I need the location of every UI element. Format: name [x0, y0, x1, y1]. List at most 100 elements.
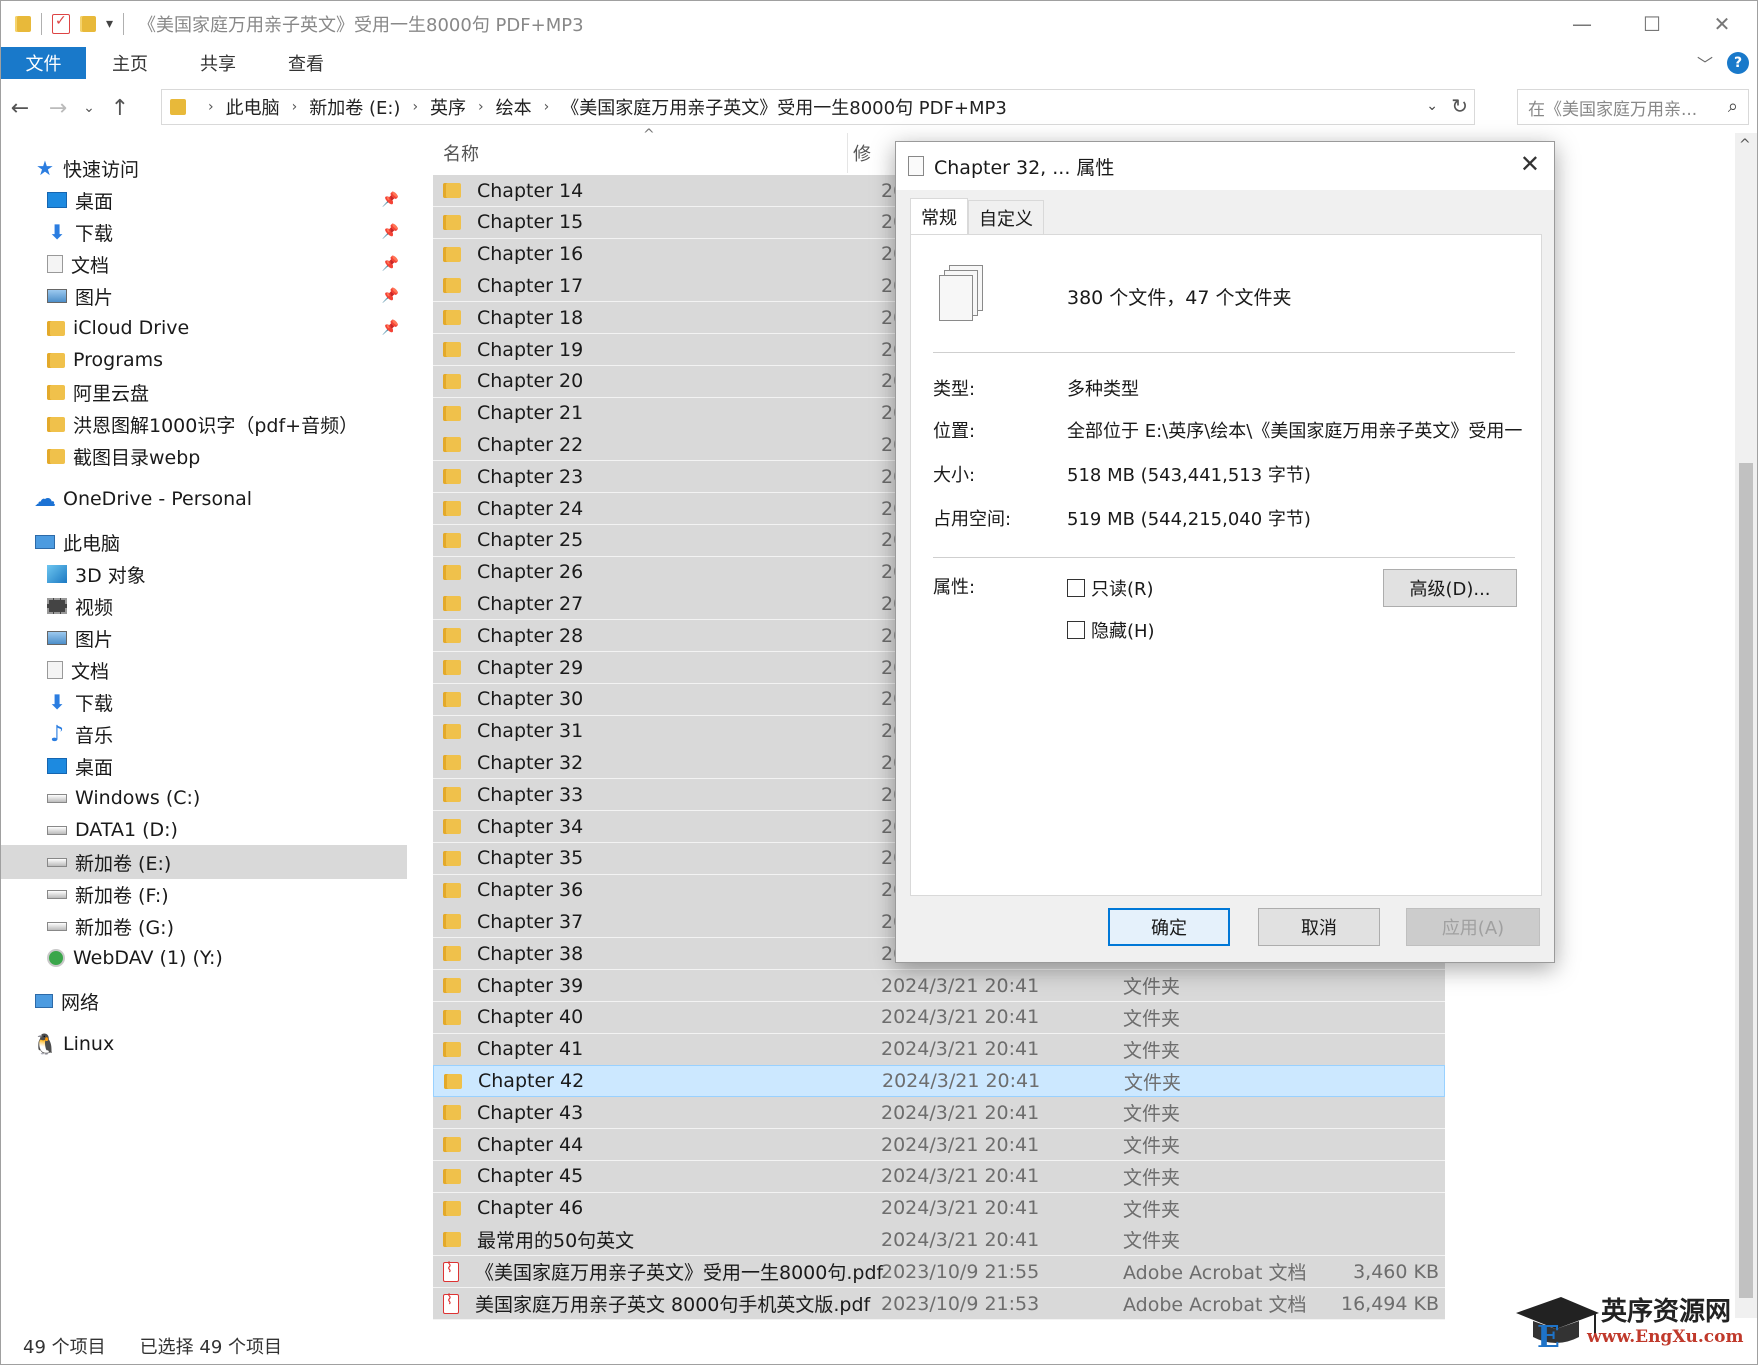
file-name: Chapter 30 [477, 688, 584, 711]
sidebar-item[interactable]: 3D 对象 [1, 557, 407, 591]
readonly-checkbox[interactable]: 只读(R) [1067, 575, 1154, 601]
hidden-checkbox[interactable]: 隐藏(H) [1067, 617, 1155, 643]
sidebar-item[interactable]: ♪ 音乐 [1, 717, 407, 751]
refresh-icon[interactable]: ↻ [1451, 94, 1468, 118]
customize-toolbar-icon[interactable]: ▾ [106, 16, 113, 32]
file-name: Chapter 39 [477, 974, 584, 997]
sidebar-item[interactable]: ☁ OneDrive - Personal [1, 482, 407, 516]
maximize-button[interactable]: ☐ [1617, 1, 1687, 47]
table-row[interactable]: 《美国家庭万用亲子英文》受用一生8000句.pdf2023/10/9 21:55… [433, 1256, 1445, 1289]
breadcrumb-engxu[interactable]: 英序 [430, 94, 466, 120]
table-row[interactable]: 美国家庭万用亲子英文 8000句手机英文版.pdf 2023/10/9 21:53… [433, 1288, 1445, 1320]
pin-icon[interactable]: 📌 [382, 224, 399, 240]
search-input[interactable]: 在《美国家庭万用亲... ⌕ [1517, 89, 1749, 125]
hidden-label[interactable]: 隐藏(H) [1091, 617, 1155, 643]
chevron-down-icon[interactable]: ⌄ [1426, 98, 1438, 114]
column-header-modified[interactable]: 修 [853, 140, 871, 166]
table-row[interactable]: Chapter 39 2024/3/21 20:41 文件夹 [433, 970, 1445, 1002]
sidebar-item[interactable]: 此电脑 [1, 525, 407, 559]
pin-icon[interactable]: 📌 [382, 320, 399, 336]
tab-home[interactable]: 主页 [86, 47, 174, 79]
breadcrumb-current-folder[interactable]: 《美国家庭万用亲子英文》受用一生8000句 PDF+MP3 [561, 94, 1007, 120]
sidebar-item[interactable]: 图片 📌 [1, 279, 407, 313]
checkbox-box[interactable] [1067, 579, 1085, 597]
breadcrumb-this-pc[interactable]: 此电脑 [226, 94, 280, 120]
folder-icon [443, 1009, 461, 1025]
table-row[interactable]: 最常用的50句英文 2024/3/21 20:41 文件夹 [433, 1224, 1445, 1257]
minimize-button[interactable]: — [1547, 1, 1617, 47]
sidebar-item[interactable]: 阿里云盘 [1, 375, 407, 409]
forward-arrow-icon[interactable]: → [39, 88, 77, 128]
sidebar-item[interactable]: 桌面 📌 [1, 183, 407, 217]
sidebar-item[interactable]: ⬇ 下载 [1, 685, 407, 719]
tab-custom[interactable]: 自定义 [968, 200, 1044, 234]
pin-icon[interactable]: 📌 [382, 256, 399, 272]
sidebar-item[interactable]: 截图目录webp [1, 439, 407, 473]
sidebar-item[interactable]: 新加卷 (F:) [1, 877, 407, 911]
dialog-tabs: 常规 自定义 [910, 198, 1044, 234]
recent-locations-icon[interactable]: ⌄ [77, 88, 101, 128]
sidebar-item[interactable]: 🐧 Linux [1, 1027, 407, 1061]
scroll-up-icon[interactable]: ^ [1739, 137, 1751, 153]
breadcrumb-drive-e[interactable]: 新加卷 (E:) [309, 94, 400, 120]
scrollbar-thumb[interactable] [1739, 463, 1753, 1298]
sidebar-item[interactable]: 新加卷 (G:) [1, 909, 407, 943]
sidebar-item[interactable]: WebDAV (1) (Y:) [1, 941, 407, 975]
sidebar-item[interactable]: 视频 [1, 589, 407, 623]
sidebar-item[interactable]: 文档 📌 [1, 247, 407, 281]
sidebar-item[interactable]: Windows (C:) [1, 781, 407, 815]
sidebar-item[interactable]: ⬇ 下载 📌 [1, 215, 407, 249]
column-header-name[interactable]: 名称 [443, 140, 479, 166]
chevron-right-icon[interactable]: › [292, 99, 298, 115]
table-row[interactable]: Chapter 46 2024/3/21 20:41 文件夹 [433, 1192, 1445, 1225]
chevron-right-icon[interactable]: › [544, 99, 550, 115]
table-row[interactable]: Chapter 41 2024/3/21 20:41 文件夹 [433, 1033, 1445, 1066]
table-row[interactable]: Chapter 44 2024/3/21 20:41 文件夹 [433, 1129, 1445, 1161]
vertical-scrollbar[interactable]: ^ [1735, 133, 1757, 1318]
close-button[interactable]: ✕ [1687, 1, 1757, 47]
back-arrow-icon[interactable]: ← [1, 88, 39, 128]
column-divider[interactable] [847, 133, 848, 173]
tab-general[interactable]: 常规 [910, 198, 968, 234]
chevron-right-icon[interactable]: › [412, 99, 418, 115]
apply-button[interactable]: 应用(A) [1406, 908, 1540, 946]
tab-share[interactable]: 共享 [174, 47, 262, 79]
sidebar-item[interactable]: ★ 快速访问 [1, 151, 407, 185]
chevron-right-icon[interactable]: › [478, 99, 484, 115]
tab-file[interactable]: 文件 [1, 47, 86, 79]
sidebar-item[interactable]: 桌面 [1, 749, 407, 783]
tab-view[interactable]: 查看 [262, 47, 350, 79]
cancel-button[interactable]: 取消 [1258, 908, 1380, 946]
search-icon[interactable]: ⌕ [1728, 96, 1738, 117]
sidebar-item[interactable]: 新加卷 (E:) [1, 845, 407, 879]
pin-icon[interactable]: 📌 [382, 288, 399, 304]
properties-icon[interactable] [52, 13, 70, 34]
advanced-button[interactable]: 高级(D)... [1383, 569, 1517, 607]
table-row[interactable]: Chapter 40 2024/3/21 20:41 文件夹 [433, 1001, 1445, 1034]
sidebar-item[interactable]: 洪恩图解1000识字（pdf+音频） [1, 407, 407, 441]
sidebar-item[interactable]: 网络 [1, 984, 407, 1018]
divider [933, 352, 1515, 353]
chevron-right-icon[interactable]: › [208, 99, 214, 115]
table-row[interactable]: Chapter 43 2024/3/21 20:41 文件夹 [433, 1097, 1445, 1130]
breadcrumb-picture-books[interactable]: 绘本 [496, 94, 532, 120]
sidebar-item[interactable]: 文档 [1, 653, 407, 687]
table-row[interactable]: Chapter 45 2024/3/21 20:41 文件夹 [433, 1160, 1445, 1193]
ok-button[interactable]: 确定 [1108, 908, 1230, 946]
sidebar-item[interactable]: iCloud Drive 📌 [1, 311, 407, 345]
readonly-label[interactable]: 只读(R) [1091, 575, 1154, 601]
sidebar-item[interactable]: DATA1 (D:) [1, 813, 407, 847]
close-icon[interactable]: ✕ [1520, 150, 1540, 178]
address-bar[interactable]: › 此电脑 › 新加卷 (E:) › 英序 › 绘本 › 《美国家庭万用亲子英文… [161, 89, 1475, 125]
item-count: 49 个项目 [23, 1337, 106, 1358]
up-arrow-icon[interactable]: ↑ [101, 88, 139, 128]
table-row[interactable]: Chapter 42 2024/3/21 20:41 文件夹 [433, 1065, 1445, 1098]
expand-ribbon-icon[interactable]: ﹀ [1697, 51, 1713, 75]
help-icon[interactable]: ? [1727, 52, 1749, 74]
pin-icon[interactable]: 📌 [382, 192, 399, 208]
folder-icon [443, 310, 461, 326]
sidebar-item[interactable]: Programs [1, 343, 407, 377]
sidebar-item[interactable]: 图片 [1, 621, 407, 655]
new-folder-icon[interactable] [80, 16, 96, 32]
checkbox-box[interactable] [1067, 621, 1085, 639]
